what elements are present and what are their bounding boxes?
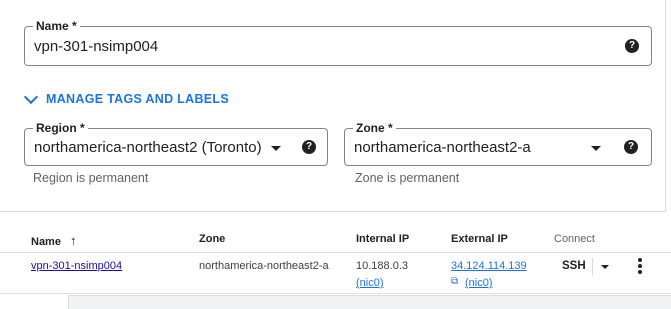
zone-hint: Zone is permanent [355, 171, 460, 185]
region-selected-value: northamerica-northeast2 (Toronto) [34, 139, 262, 156]
horizontal-scrollbar[interactable] [68, 295, 671, 309]
name-field[interactable]: Name * vpn-301-nsimp004 ? [24, 19, 652, 66]
zone-select[interactable]: Zone * northamerica-northeast2-a ? [344, 121, 652, 166]
name-help-icon[interactable]: ? [625, 39, 639, 53]
external-ip-link[interactable]: 34.124.114.139 [451, 260, 527, 272]
ssh-dropdown-arrow-icon[interactable] [601, 265, 609, 269]
ssh-divider [592, 258, 593, 276]
zone-help-icon[interactable]: ? [624, 140, 638, 154]
name-input-value[interactable]: vpn-301-nsimp004 [34, 38, 158, 55]
sort-ascending-icon[interactable]: ↑ [70, 233, 77, 248]
zone-selected-value: northamerica-northeast2-a [354, 139, 531, 156]
region-hint: Region is permanent [33, 171, 149, 185]
ssh-button[interactable]: SSH [562, 260, 586, 272]
region-help-icon[interactable]: ? [302, 140, 316, 154]
internal-nic-link[interactable]: (nic0) [356, 277, 384, 289]
chevron-down-icon [23, 89, 39, 104]
instance-zone: northamerica-northeast2-a [199, 260, 329, 272]
column-header-zone[interactable]: Zone [199, 233, 225, 245]
dropdown-arrow-icon [271, 146, 281, 151]
name-label: Name * [33, 19, 80, 33]
external-nic-link[interactable]: (nic0) [465, 277, 493, 289]
instance-internal-ip: 10.188.0.3 [356, 260, 408, 272]
table-header: Name ↑ Zone Internal IP External IP Conn… [0, 224, 671, 253]
column-header-name-label: Name [31, 236, 61, 248]
column-header-connect: Connect [554, 233, 595, 245]
manage-tags-and-labels-toggle[interactable]: MANAGE TAGS AND LABELS [23, 89, 229, 106]
manage-tags-label: MANAGE TAGS AND LABELS [46, 92, 229, 106]
dropdown-arrow-icon [591, 146, 601, 151]
region-label: Region * [33, 121, 88, 135]
more-actions-icon[interactable] [638, 258, 642, 276]
region-select[interactable]: Region * northamerica-northeast2 (Toront… [24, 121, 328, 166]
column-header-external-ip[interactable]: External IP [451, 233, 508, 245]
create-instance-form: Name * vpn-301-nsimp004 ? MANAGE TAGS AN… [0, 0, 666, 212]
column-header-internal-ip[interactable]: Internal IP [356, 233, 409, 245]
instance-name-link[interactable]: vpn-301-nsimp004 [31, 260, 122, 272]
instances-table: Name ↑ Zone Internal IP External IP Conn… [0, 224, 671, 309]
table-row: vpn-301-nsimp004 northamerica-northeast2… [0, 253, 671, 294]
column-header-name[interactable]: Name ↑ [31, 233, 77, 248]
zone-label: Zone * [353, 121, 396, 135]
external-link-icon: ⧉ [451, 276, 459, 287]
